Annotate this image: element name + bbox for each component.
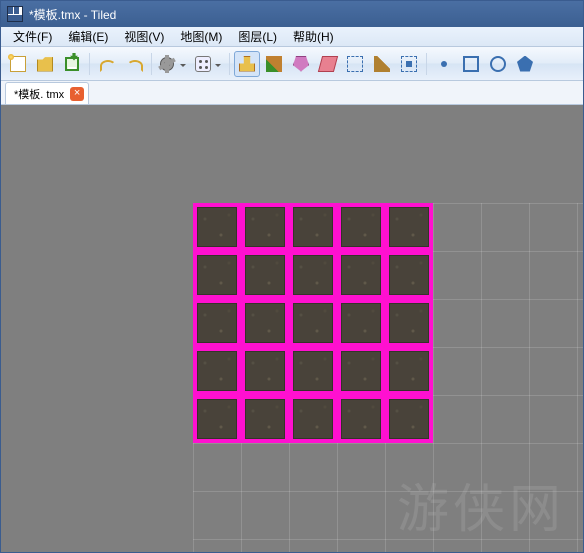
tile-cell[interactable] <box>385 347 433 395</box>
tile-cell[interactable] <box>385 299 433 347</box>
new-file-icon <box>10 56 26 72</box>
rectangle-shape-icon <box>463 56 479 72</box>
polygon-shape-icon <box>517 56 533 72</box>
tile-cell[interactable] <box>289 203 337 251</box>
save-icon <box>65 57 79 71</box>
point-icon <box>441 61 447 67</box>
separator <box>426 53 427 75</box>
insert-polygon-button[interactable] <box>512 51 538 77</box>
menu-view[interactable]: 视图(V) <box>116 26 172 47</box>
tab-close-button[interactable]: × <box>70 87 84 101</box>
tile-cell[interactable] <box>337 299 385 347</box>
undo-icon <box>99 56 115 72</box>
insert-rectangle-button[interactable] <box>458 51 484 77</box>
tile-cell[interactable] <box>337 395 385 443</box>
command-button[interactable] <box>156 51 190 77</box>
app-icon <box>7 6 23 22</box>
tile-cell[interactable] <box>241 395 289 443</box>
new-button[interactable] <box>5 51 31 77</box>
title-bar: *模板.tmx - Tiled <box>1 1 583 27</box>
window-title: *模板.tmx - Tiled <box>29 6 116 23</box>
tile-cell[interactable] <box>337 203 385 251</box>
tile-cell[interactable] <box>193 347 241 395</box>
insert-rectangle-button[interactable] <box>431 51 457 77</box>
gear-icon <box>160 57 174 71</box>
terrain-brush-button[interactable] <box>261 51 287 77</box>
menu-help[interactable]: 帮助(H) <box>285 26 342 47</box>
tile-cell[interactable] <box>241 347 289 395</box>
ellipse-shape-icon <box>490 56 506 72</box>
open-file-icon <box>37 56 53 72</box>
stamp-icon <box>239 56 255 72</box>
redo-button[interactable] <box>121 51 147 77</box>
tile-cell[interactable] <box>241 251 289 299</box>
menu-edit[interactable]: 编辑(E) <box>60 26 116 47</box>
tile-cell[interactable] <box>193 395 241 443</box>
bucket-fill-button[interactable] <box>288 51 314 77</box>
same-tile-icon <box>401 56 417 72</box>
undo-button[interactable] <box>94 51 120 77</box>
open-button[interactable] <box>32 51 58 77</box>
tile-cell[interactable] <box>289 251 337 299</box>
menu-file[interactable]: 文件(F) <box>5 26 60 47</box>
tab-bar: *模板. tmx × <box>1 81 583 105</box>
tile-cell[interactable] <box>193 203 241 251</box>
random-button[interactable] <box>191 51 225 77</box>
menu-bar: 文件(F) 编辑(E) 视图(V) 地图(M) 图层(L) 帮助(H) <box>1 27 583 47</box>
separator <box>229 53 230 75</box>
menu-layer[interactable]: 图层(L) <box>230 26 285 47</box>
tile-cell[interactable] <box>241 203 289 251</box>
tile-cell[interactable] <box>193 251 241 299</box>
stamp-brush-button[interactable] <box>234 51 260 77</box>
redo-icon <box>126 56 142 72</box>
eraser-button[interactable] <box>315 51 341 77</box>
tile-map[interactable] <box>193 203 433 443</box>
tile-cell[interactable] <box>289 299 337 347</box>
terrain-brush-icon <box>266 56 282 72</box>
tile-grid[interactable] <box>193 203 433 443</box>
separator <box>151 53 152 75</box>
rectangle-select-icon <box>347 56 363 72</box>
tile-cell[interactable] <box>337 347 385 395</box>
toolbar <box>1 47 583 81</box>
magic-wand-button[interactable] <box>369 51 395 77</box>
insert-ellipse-button[interactable] <box>485 51 511 77</box>
document-tab[interactable]: *模板. tmx × <box>5 82 89 104</box>
rectangle-select-button[interactable] <box>342 51 368 77</box>
dice-icon <box>195 56 211 72</box>
map-canvas-area[interactable]: 游侠网 <box>1 105 583 552</box>
save-button[interactable] <box>59 51 85 77</box>
tile-cell[interactable] <box>241 299 289 347</box>
menu-map[interactable]: 地图(M) <box>172 26 230 47</box>
tile-cell[interactable] <box>385 203 433 251</box>
same-tile-select-button[interactable] <box>396 51 422 77</box>
tile-cell[interactable] <box>337 251 385 299</box>
tile-cell[interactable] <box>385 395 433 443</box>
tile-cell[interactable] <box>385 251 433 299</box>
tile-cell[interactable] <box>193 299 241 347</box>
tab-label: *模板. tmx <box>14 86 64 102</box>
separator <box>89 53 90 75</box>
tile-cell[interactable] <box>289 347 337 395</box>
tile-cell[interactable] <box>289 395 337 443</box>
eraser-icon <box>318 56 338 72</box>
bucket-fill-icon <box>293 56 309 72</box>
magic-wand-icon <box>374 56 390 72</box>
